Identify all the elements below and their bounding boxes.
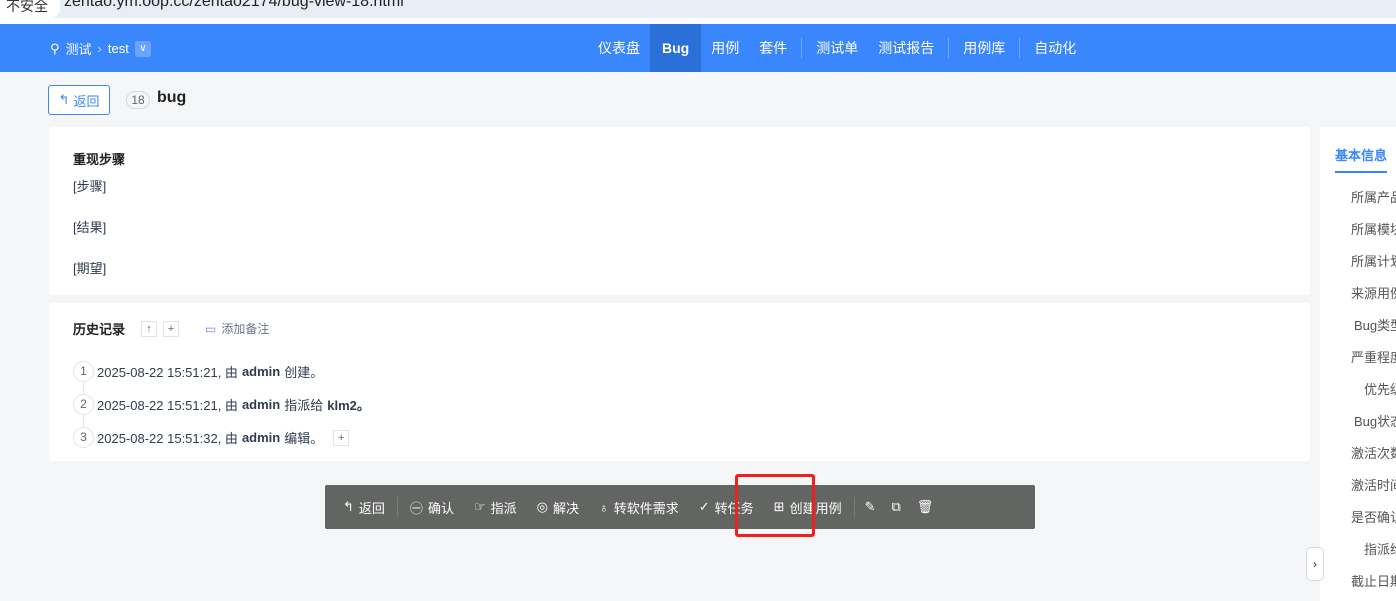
comment-icon: ▭	[205, 321, 217, 336]
field-label: Bug类型	[1354, 318, 1396, 333]
search-icon[interactable]: ⚲	[50, 41, 60, 57]
steps-title: 重现步骤	[73, 152, 126, 167]
add-note-button[interactable]: ▭ 添加备注	[205, 320, 269, 337]
entry-number: 3	[73, 427, 94, 448]
history-title: 历史记录	[73, 322, 126, 337]
nav-suite[interactable]: 套件	[749, 24, 797, 72]
field-label: 激活时间	[1351, 478, 1396, 493]
entry-actor: admin	[241, 397, 281, 412]
copy-icon[interactable]: ⧉	[884, 485, 909, 529]
history-entry: 1 2025-08-22 15:51:21, 由 admin 创建。	[73, 355, 1286, 388]
divider	[853, 497, 855, 517]
field-label: 是否确认	[1351, 510, 1396, 525]
entry-action: 创建。	[284, 365, 324, 380]
trash-icon[interactable]: 🗑	[909, 485, 942, 529]
entry-actor: admin	[241, 364, 281, 379]
entry-target: klm2。	[327, 398, 370, 413]
back-button[interactable]: ↰ 返回	[48, 85, 110, 115]
tab-basic-info[interactable]: 基本信息	[1335, 145, 1388, 173]
back-label: 返回	[73, 93, 100, 109]
field-label: Bug状态	[1354, 414, 1396, 429]
nav-bug[interactable]: Bug	[650, 24, 702, 72]
sort-up-icon[interactable]: ↑	[141, 320, 158, 337]
assign-button[interactable]: ☞ 指派	[464, 485, 527, 529]
divider	[801, 38, 803, 58]
breadcrumb: ⚲ 测试 › test ∨	[50, 39, 151, 58]
field-label: 截止日期	[1351, 574, 1396, 589]
entry-action: 编辑。	[284, 431, 324, 446]
history-entry: 2 2025-08-22 15:51:21, 由 admin 指派给 klm2。	[73, 388, 1286, 421]
page-title: bug	[157, 89, 187, 106]
action-toolbar: ↰ 返回 ㊀确认 ☞ 指派 ◎ 解决 ♁ 转软件需求 ✓ 转任务 ⊞ 创建用例 ✎ ⧉ 🗑	[325, 485, 1035, 529]
confirm-button[interactable]: ㊀确认	[400, 485, 464, 529]
url-text[interactable]: zentao.ym.oop.cc/zentao2174/bug-view-18.…	[64, 0, 404, 11]
divider	[948, 38, 950, 58]
nav-automation[interactable]: 自动化	[1024, 24, 1086, 72]
label: 解决	[552, 500, 579, 516]
highlight-box	[735, 474, 815, 537]
chevron-down-icon[interactable]: ∨	[134, 40, 151, 57]
ok-icon: ㊀	[409, 500, 423, 516]
chevron-right-icon: ›	[97, 41, 102, 56]
edit-icon[interactable]: ✎	[857, 485, 884, 529]
module-link[interactable]: 测试	[66, 39, 92, 58]
add-note-label: 添加备注	[221, 322, 270, 336]
resolve-button[interactable]: ◎ 解决	[527, 485, 589, 529]
expand-all-icon[interactable]: +	[163, 320, 180, 337]
label: 返回	[358, 500, 385, 516]
nav-case[interactable]: 用例	[701, 24, 749, 72]
hand-icon: ☞	[473, 499, 486, 514]
entry-action: 指派给	[284, 398, 324, 413]
check-icon: ✓	[698, 499, 710, 514]
nav-testreport[interactable]: 测试报告	[868, 24, 944, 72]
field-label: 所属计划	[1351, 254, 1396, 269]
expand-changes-icon[interactable]: +	[333, 429, 350, 446]
field-label: 所属模块	[1351, 222, 1396, 237]
result-line: [结果]	[73, 220, 107, 235]
lightbulb-icon: ♁	[598, 499, 609, 515]
info-panel: 基本信息 所属产品 所属模块 所属计划 来源用例 Bug类型 严重程度 优先级 …	[1320, 127, 1396, 601]
undo-icon: ↰	[58, 92, 70, 107]
toolbar-back-button[interactable]: ↰ 返回	[333, 485, 395, 529]
bug-id-badge: 18	[126, 91, 150, 109]
history-card: 历史记录 ↑ + ▭ 添加备注 1 2025-08-22 15:51:21, 由…	[49, 303, 1310, 461]
steps-card: 重现步骤 [步骤] [结果] [期望]	[49, 127, 1310, 295]
nav-testtask[interactable]: 测试单	[806, 24, 868, 72]
undo-icon: ↰	[343, 499, 354, 514]
field-label: 激活次数	[1351, 446, 1396, 461]
field-label: 优先级	[1364, 382, 1396, 397]
steps-line: [步骤]	[73, 179, 107, 194]
product-link[interactable]: test	[108, 41, 129, 56]
history-list: 1 2025-08-22 15:51:21, 由 admin 创建。 2 202…	[73, 355, 1286, 454]
check-circle-icon: ◎	[536, 499, 548, 514]
entry-actor: admin	[241, 430, 281, 445]
history-entry: 3 2025-08-22 15:51:32, 由 admin 编辑。 +	[73, 421, 1286, 454]
entry-time: 2025-08-22 15:51:21, 由	[97, 398, 238, 413]
expect-line: [期望]	[73, 261, 107, 276]
nav-dashboard[interactable]: 仪表盘	[588, 24, 650, 72]
entry-number: 1	[73, 361, 94, 382]
field-label: 来源用例	[1351, 286, 1396, 301]
divider	[396, 497, 398, 517]
chevron-right-icon: ›	[1313, 557, 1317, 571]
label: 指派	[490, 500, 517, 516]
field-label: 所属产品	[1351, 190, 1396, 205]
security-indicator[interactable]: 不安全	[0, 0, 60, 18]
to-story-button[interactable]: ♁ 转软件需求	[589, 485, 689, 529]
top-nav: ⚲ 测试 › test ∨ 仪表盘 Bug 用例 套件 测试单 测试报告 用例库…	[0, 24, 1396, 72]
field-label: 严重程度	[1351, 350, 1396, 365]
divider	[1019, 38, 1021, 58]
entry-time: 2025-08-22 15:51:21, 由	[97, 365, 238, 380]
field-label: 指派给	[1364, 542, 1396, 557]
label: 转软件需求	[613, 500, 679, 516]
entry-time: 2025-08-22 15:51:32, 由	[97, 431, 238, 446]
label: 确认	[427, 500, 454, 516]
address-bar[interactable]: 不安全 zentao.ym.oop.cc/zentao2174/bug-view…	[0, 0, 1396, 18]
nav-caselib[interactable]: 用例库	[953, 24, 1015, 72]
entry-number: 2	[73, 394, 94, 415]
collapse-panel-button[interactable]: ›	[1306, 547, 1324, 581]
main-menu: 仪表盘 Bug 用例 套件 测试单 测试报告 用例库 自动化	[588, 24, 1086, 72]
